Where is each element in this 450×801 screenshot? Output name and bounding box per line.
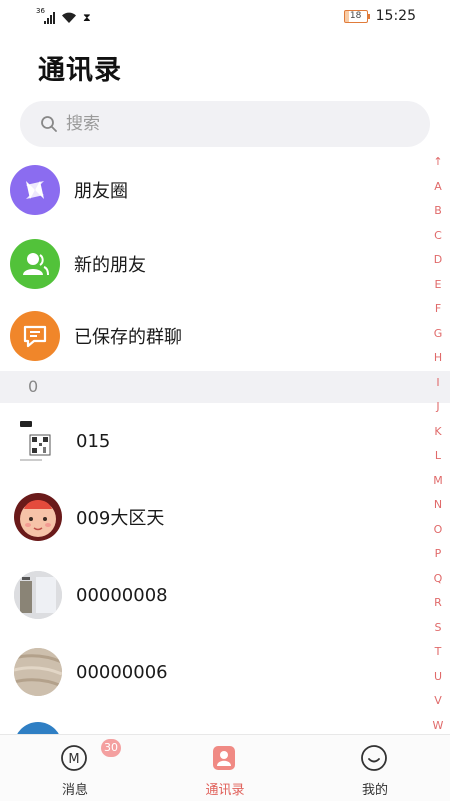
index-letter[interactable]: H: [426, 346, 450, 371]
index-letter[interactable]: S: [426, 616, 450, 641]
hourglass-icon: ⧗: [83, 11, 91, 24]
index-letter[interactable]: V: [426, 689, 450, 714]
tab-profile[interactable]: 我的: [315, 735, 435, 801]
index-letter[interactable]: A: [426, 175, 450, 200]
battery-level: 18: [349, 10, 362, 21]
bottom-tab-bar: M 30 消息 通讯录 我的: [0, 734, 450, 801]
contact-name: 015: [76, 430, 111, 452]
index-letter[interactable]: U: [426, 665, 450, 690]
message-m-icon: M: [61, 745, 87, 771]
status-left: 36 ⧗: [36, 8, 91, 24]
friends-circle-label: 朋友圈: [74, 181, 128, 202]
baby-face-avatar: [14, 493, 62, 541]
index-letter[interactable]: ↑: [426, 150, 450, 175]
contact-name: 00000006: [76, 661, 168, 683]
contact-row[interactable]: 00000008: [0, 557, 420, 633]
contacts-icon: [213, 746, 235, 770]
search-input[interactable]: [64, 113, 368, 135]
search-icon: [41, 116, 57, 132]
wifi-icon: [62, 12, 76, 23]
new-friends-item[interactable]: 新的朋友: [0, 227, 420, 301]
texture-avatar: [14, 648, 62, 696]
friends-circle-item[interactable]: 朋友圈: [0, 153, 420, 227]
search-bar[interactable]: [20, 101, 430, 147]
qr-code-avatar: [14, 417, 62, 465]
contact-row[interactable]: 00000006: [0, 634, 420, 710]
new-friends-label: 新的朋友: [74, 255, 146, 276]
contact-name: 00000008: [76, 584, 168, 606]
index-letter[interactable]: Q: [426, 567, 450, 592]
tab-messages-label: 消息: [61, 783, 88, 798]
contact-name: 009大区天: [76, 508, 165, 529]
index-letter[interactable]: T: [426, 640, 450, 665]
contact-row[interactable]: 009大区天: [0, 479, 420, 555]
tab-contacts-label: 通讯录: [205, 783, 245, 798]
unread-badge: 30: [101, 739, 121, 757]
index-letter[interactable]: O: [426, 518, 450, 543]
pinwheel-icon: [10, 165, 60, 215]
tab-profile-label: 我的: [361, 783, 388, 798]
index-letter[interactable]: N: [426, 493, 450, 518]
index-letter[interactable]: B: [426, 199, 450, 224]
saved-groups-item[interactable]: 已保存的群聊: [0, 299, 420, 373]
network-type: 36: [36, 7, 45, 15]
index-letter[interactable]: K: [426, 420, 450, 445]
index-letter[interactable]: D: [426, 248, 450, 273]
index-letter[interactable]: G: [426, 322, 450, 347]
section-header: 0: [0, 371, 450, 403]
battery-icon: 18: [343, 9, 370, 23]
tab-messages[interactable]: M 30 消息: [15, 735, 135, 801]
index-letter[interactable]: J: [426, 395, 450, 420]
svg-text:M: M: [68, 752, 79, 767]
people-icon: [10, 239, 60, 289]
status-time: 15:25: [375, 8, 416, 24]
index-letter[interactable]: P: [426, 542, 450, 567]
saved-groups-label: 已保存的群聊: [74, 327, 182, 348]
index-letter[interactable]: R: [426, 591, 450, 616]
profile-icon: [361, 745, 387, 771]
index-letter[interactable]: I: [426, 371, 450, 396]
contact-row[interactable]: 015: [0, 403, 420, 479]
status-right: 18 15:25: [343, 8, 416, 24]
index-letter[interactable]: L: [426, 444, 450, 469]
index-letter[interactable]: F: [426, 297, 450, 322]
index-letter[interactable]: C: [426, 224, 450, 249]
tab-contacts[interactable]: 通讯录: [165, 735, 285, 801]
signal-icon: [44, 12, 55, 24]
photo-avatar: [14, 571, 62, 619]
index-letter[interactable]: E: [426, 273, 450, 298]
page-title: 通讯录: [38, 55, 122, 86]
alphabet-index[interactable]: ↑ A B C D E F G H I J K L M N O P Q R S …: [426, 150, 450, 738]
section-letter: 0: [28, 377, 39, 396]
index-letter[interactable]: M: [426, 469, 450, 494]
chat-bubble-icon: [10, 311, 60, 361]
status-bar: 36 ⧗ 18 15:25: [0, 0, 450, 34]
